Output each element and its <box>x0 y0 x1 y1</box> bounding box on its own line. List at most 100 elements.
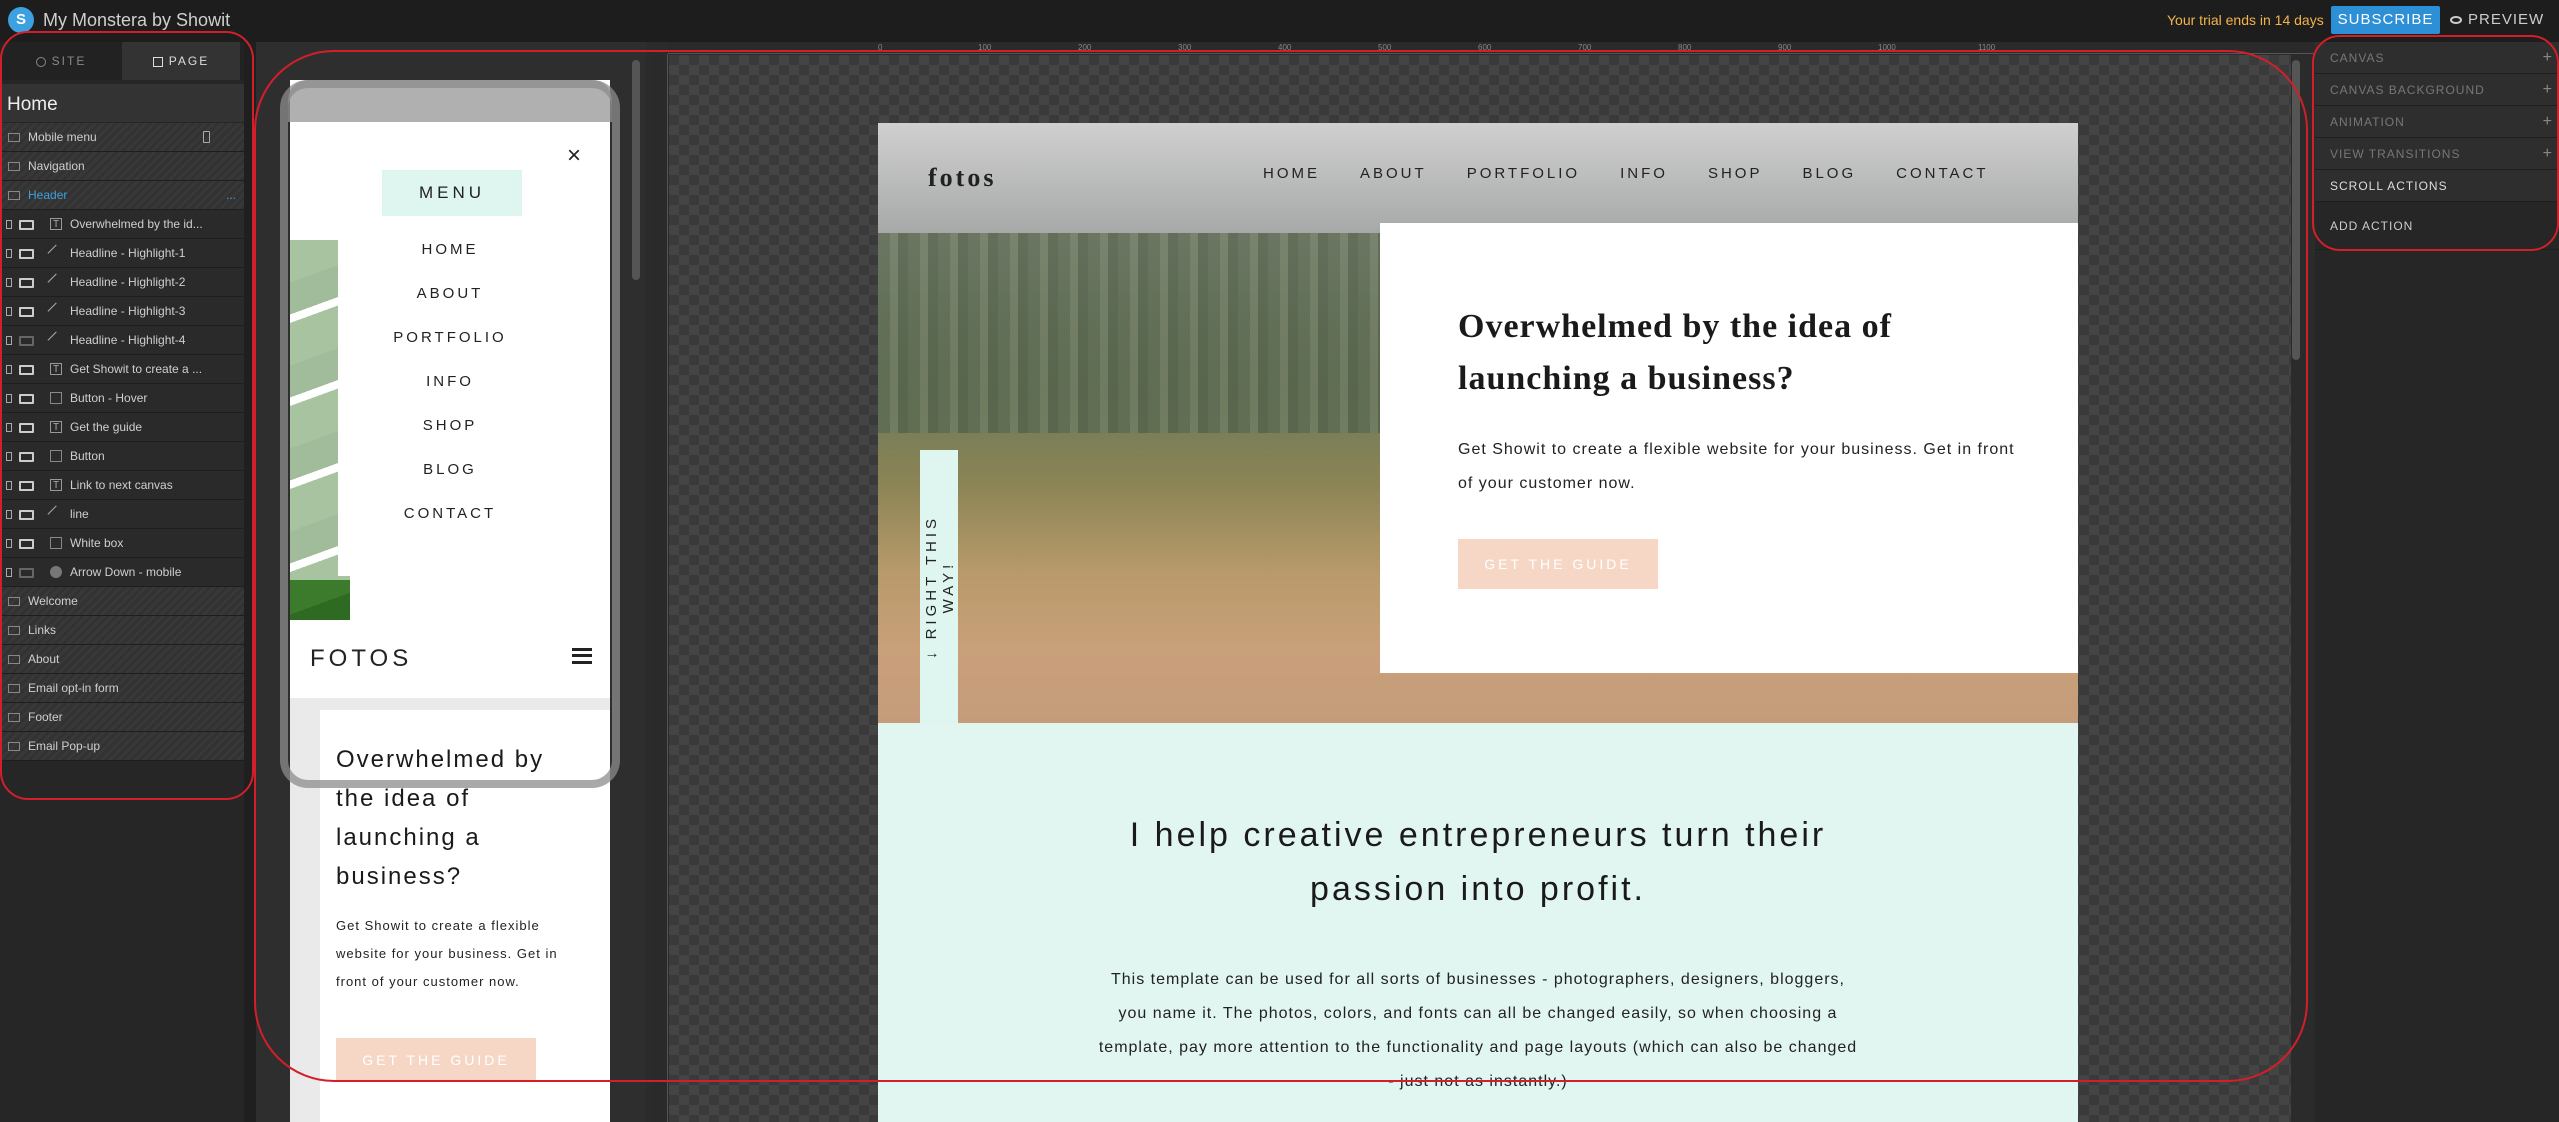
nav-item[interactable]: PORTFOLIO <box>1467 165 1580 182</box>
mobile-hero-text[interactable]: Get Showit to create a flexible website … <box>336 912 566 996</box>
plus-icon[interactable]: + <box>2543 138 2553 170</box>
visibility-icon[interactable] <box>6 336 12 345</box>
panel-section[interactable]: CANVAS + <box>2315 42 2559 74</box>
welcome-heading[interactable]: I help creative entrepreneurs turn their… <box>1078 808 1878 916</box>
visibility-icon[interactable] <box>6 539 12 548</box>
nav-item[interactable]: CONTACT <box>1896 165 1988 182</box>
panel-section[interactable]: ANIMATION + <box>2315 106 2559 138</box>
showit-logo-icon[interactable]: S <box>8 7 34 33</box>
mobile-logo[interactable]: FOTOS <box>310 645 412 673</box>
mobile-get-the-guide-button[interactable]: GET THE GUIDE <box>336 1038 536 1082</box>
mobile-menu-item[interactable]: PORTFOLIO <box>338 316 562 360</box>
layer-label: Link to next canvas <box>70 478 173 492</box>
desktop-scrollbar[interactable] <box>2292 60 2300 360</box>
layer-item[interactable]: Headline - Highlight-4 <box>0 326 244 355</box>
visibility-icon[interactable] <box>6 423 12 432</box>
desktop-icon[interactable] <box>19 510 34 520</box>
section-row[interactable]: About <box>0 645 244 674</box>
plus-icon[interactable]: + <box>2543 42 2553 74</box>
desktop-icon[interactable] <box>19 220 34 230</box>
desktop-icon[interactable] <box>19 278 34 288</box>
desktop-icon[interactable] <box>19 249 34 259</box>
hero-text[interactable]: Get Showit to create a flexible website … <box>1458 433 2018 501</box>
right-panel: CANVAS + CANVAS BACKGROUND + ANIMATION + VIEW … <box>2315 42 2559 1122</box>
visibility-icon[interactable] <box>6 249 12 258</box>
visibility-icon[interactable] <box>6 510 12 519</box>
visibility-icon[interactable] <box>6 278 12 287</box>
hero-heading[interactable]: Overwhelmed by the idea of launching a b… <box>1458 301 2018 405</box>
section-header[interactable]: Header... <box>0 181 244 210</box>
layer-item[interactable]: T Link to next canvas <box>0 471 244 500</box>
plus-icon[interactable]: + <box>2543 106 2553 138</box>
visibility-icon[interactable] <box>6 481 12 490</box>
mobile-menu-item[interactable]: SHOP <box>338 404 562 448</box>
visibility-icon[interactable] <box>6 568 12 577</box>
section-row[interactable]: Footer <box>0 703 244 732</box>
desktop-icon[interactable] <box>19 307 34 317</box>
visibility-icon[interactable] <box>6 220 12 229</box>
visibility-icon[interactable] <box>6 394 12 403</box>
add-action-button[interactable]: ADD ACTION <box>2315 202 2559 250</box>
desktop-icon[interactable] <box>19 336 34 346</box>
welcome-text[interactable]: This template can be used for all sorts … <box>1098 963 1858 1099</box>
welcome-section[interactable]: I help creative entrepreneurs turn their… <box>878 723 2078 1122</box>
mobile-hero-heading[interactable]: Overwhelmed by the idea of launching a b… <box>336 740 546 896</box>
nav-item[interactable]: SHOP <box>1708 165 1763 182</box>
layer-item[interactable]: Headline - Highlight-1 <box>0 239 244 268</box>
section-row[interactable]: Email Pop-up <box>0 732 244 761</box>
desktop-icon[interactable] <box>19 365 34 375</box>
desktop-icon[interactable] <box>19 423 34 433</box>
layer-item[interactable]: line <box>0 500 244 529</box>
subscribe-button[interactable]: SUBSCRIBE <box>2331 6 2440 34</box>
nav-item[interactable]: BLOG <box>1802 165 1856 182</box>
desktop-icon[interactable] <box>19 452 34 462</box>
layer-item[interactable]: Button - Hover <box>0 384 244 413</box>
site-logo[interactable]: fotos <box>928 163 996 193</box>
nav-item[interactable]: ABOUT <box>1360 165 1427 182</box>
white-box[interactable]: Overwhelmed by the idea of launching a b… <box>1380 223 2078 673</box>
section-row[interactable]: Links <box>0 616 244 645</box>
layer-item[interactable]: T Get Showit to create a ... <box>0 355 244 384</box>
nav-item[interactable]: INFO <box>1620 165 1668 182</box>
layer-item[interactable]: Arrow Down - mobile <box>0 558 244 587</box>
preview-button[interactable]: PREVIEW <box>2450 11 2544 28</box>
mobile-menu-item[interactable]: ABOUT <box>338 272 562 316</box>
plus-icon[interactable]: + <box>2543 74 2553 106</box>
top-bar: S My Monstera by Showit Your trial ends … <box>0 0 2559 42</box>
page-name[interactable]: Home <box>0 84 244 122</box>
section-navigation[interactable]: Navigation <box>0 152 244 181</box>
close-icon[interactable]: × <box>567 142 581 170</box>
mobile-scrollbar[interactable] <box>632 60 640 280</box>
mobile-menu-item[interactable]: HOME <box>338 228 562 272</box>
desktop-icon[interactable] <box>19 568 34 578</box>
layer-item[interactable]: T Overwhelmed by the id... <box>0 210 244 239</box>
layer-item[interactable]: Headline - Highlight-3 <box>0 297 244 326</box>
panel-section[interactable]: VIEW TRANSITIONS + <box>2315 138 2559 170</box>
mobile-menu-item[interactable]: INFO <box>338 360 562 404</box>
section-row[interactable]: Welcome <box>0 587 244 616</box>
section-mobile-menu[interactable]: Mobile menu <box>0 123 244 152</box>
collapse-gutter[interactable] <box>244 42 256 1122</box>
layer-item[interactable]: Headline - Highlight-2 <box>0 268 244 297</box>
layer-item[interactable]: Button <box>0 442 244 471</box>
visibility-icon[interactable] <box>6 365 12 374</box>
mobile-menu-item[interactable]: BLOG <box>338 448 562 492</box>
more-options-icon[interactable]: ... <box>226 181 236 210</box>
desktop-icon[interactable] <box>19 394 34 404</box>
visibility-icon[interactable] <box>6 452 12 461</box>
section-row[interactable]: Email opt-in form <box>0 674 244 703</box>
layer-item[interactable]: White box <box>0 529 244 558</box>
visibility-icon[interactable] <box>6 307 12 316</box>
hamburger-icon[interactable] <box>572 648 592 664</box>
tab-site[interactable]: SITE <box>2 42 120 80</box>
nav-item[interactable]: HOME <box>1263 165 1320 182</box>
desktop-icon[interactable] <box>19 481 34 491</box>
mobile-menu-item[interactable]: CONTACT <box>338 492 562 536</box>
panel-section[interactable]: CANVAS BACKGROUND + <box>2315 74 2559 106</box>
tab-page[interactable]: PAGE <box>122 42 240 80</box>
layer-item[interactable]: T Get the guide <box>0 413 244 442</box>
text-icon: T <box>50 421 62 433</box>
get-the-guide-button[interactable]: GET THE GUIDE <box>1458 539 1658 589</box>
right-this-way-link[interactable]: ↓ RIGHT THIS WAY! <box>920 450 958 723</box>
desktop-icon[interactable] <box>19 539 34 549</box>
